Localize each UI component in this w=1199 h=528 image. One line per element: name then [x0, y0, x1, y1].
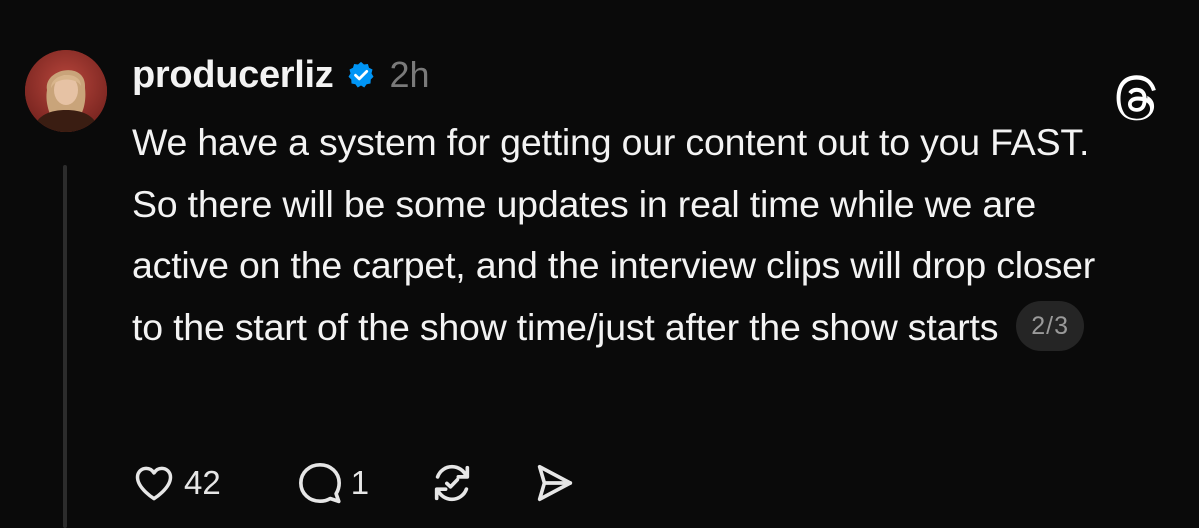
threads-post: producerliz 2h We have a system for gett…	[0, 0, 1199, 528]
reply-count: 1	[350, 464, 370, 501]
repost-button[interactable]	[429, 460, 475, 506]
comment-icon	[297, 460, 343, 506]
username[interactable]: producerliz	[132, 54, 334, 97]
action-bar: 42 1	[132, 455, 577, 511]
verified-badge-icon	[346, 60, 376, 90]
reply-button[interactable]: 1	[297, 460, 369, 506]
like-button[interactable]: 42	[132, 461, 221, 505]
post-text: We have a system for getting our content…	[132, 121, 1096, 348]
heart-icon	[132, 461, 176, 505]
post-body: We have a system for getting our content…	[132, 112, 1132, 358]
like-count: 42	[184, 464, 221, 501]
avatar[interactable]	[25, 50, 107, 132]
thread-line	[63, 165, 67, 528]
share-button[interactable]	[531, 460, 577, 506]
timestamp: 2h	[389, 54, 430, 95]
profile-photo	[25, 50, 107, 132]
thread-page-indicator: 2/3	[1016, 300, 1085, 351]
send-icon	[531, 460, 577, 506]
repost-icon	[429, 460, 475, 506]
post-header: producerliz 2h	[132, 50, 430, 100]
